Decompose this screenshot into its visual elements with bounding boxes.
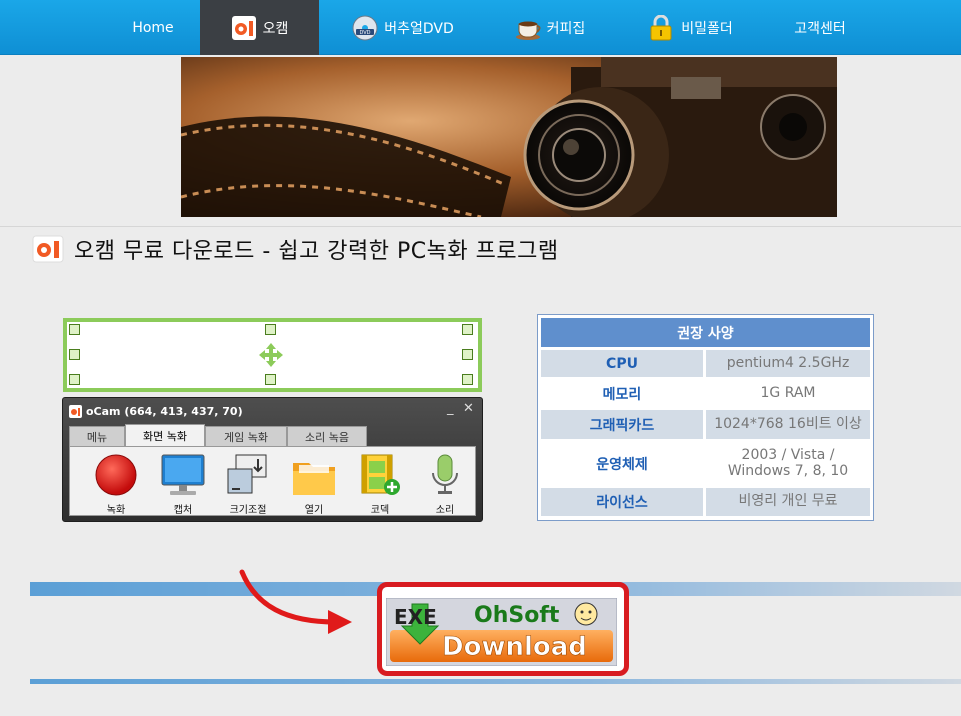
nav-label-coffee-shop: 커피집: [546, 20, 586, 37]
tool-label: 크기조절: [229, 505, 267, 516]
spec-value: 1024*768 16비트 이상: [706, 410, 870, 439]
capture-region-frame[interactable]: [63, 318, 482, 392]
nav-item-virtual-dvd[interactable]: DVD 버추얼DVD: [338, 0, 468, 55]
nav-label-virtual-dvd: 버추얼DVD: [384, 20, 454, 37]
dvd-icon: DVD: [352, 15, 378, 41]
codec-button[interactable]: 코덱: [352, 451, 408, 516]
tab-game-record[interactable]: 게임 녹화: [205, 426, 287, 447]
spec-key: 그래픽카드: [541, 410, 703, 439]
open-button[interactable]: 열기: [286, 451, 342, 516]
ocam-logo-icon: [69, 404, 82, 418]
nav-label-home: Home: [132, 19, 174, 36]
ocam-logo-icon: [231, 15, 257, 41]
nav-label-customer-center: 고객센터: [794, 20, 846, 37]
tab-label: 소리 녹음: [305, 430, 349, 444]
download-button[interactable]: EXE OhSoft Download: [385, 597, 618, 667]
spec-header: 권장 사양: [541, 318, 870, 347]
resize-handle[interactable]: [69, 324, 80, 335]
red-arrow-icon: [236, 566, 356, 640]
ocam-toolbar: 녹화 캡처 크기조절 열기 코덱 소리: [69, 446, 476, 516]
ocam-title-text: oCam (664, 413, 437, 70): [86, 404, 243, 418]
nav-item-coffee-shop[interactable]: 커피집: [500, 0, 600, 55]
resize-handle[interactable]: [265, 374, 276, 385]
record-button-icon: [94, 453, 138, 501]
download-label: Download: [442, 632, 587, 662]
spec-value: 1G RAM: [706, 380, 870, 407]
svg-text:DVD: DVD: [360, 30, 371, 36]
resize-handle[interactable]: [462, 324, 473, 335]
tab-label: 메뉴: [86, 430, 108, 444]
capture-button[interactable]: 캡처: [155, 451, 211, 516]
page-title-text: 오캠 무료 다운로드 - 쉽고 강력한 PC녹화 프로그램: [74, 239, 559, 264]
tab-label: 화면 녹화: [143, 430, 187, 443]
tab-sound-record[interactable]: 소리 녹음: [287, 426, 367, 447]
folder-icon: [291, 455, 337, 501]
top-navigation: Home 오캠 DVD 버추얼DVD 커피집 비밀폴더 고객센터: [0, 0, 961, 55]
codec-film-icon: [358, 453, 402, 501]
tab-label: 게임 녹화: [224, 430, 268, 444]
resize-handle[interactable]: [462, 374, 473, 385]
resize-handle[interactable]: [69, 349, 80, 360]
nav-item-ocam[interactable]: 오캠: [200, 0, 319, 55]
tool-label: 소리: [435, 505, 455, 516]
sound-button[interactable]: 소리: [417, 451, 473, 516]
spec-key: CPU: [541, 350, 703, 377]
record-button[interactable]: 녹화: [88, 451, 144, 516]
spec-value: 2003 / Vista / Windows 7, 8, 10: [706, 442, 870, 485]
spec-key: 메모리: [541, 380, 703, 407]
nav-label-ocam: 오캠: [262, 20, 289, 37]
spec-value: 비영리 개인 무료: [706, 488, 870, 516]
resize-handle[interactable]: [462, 349, 473, 360]
tool-label: 캡처: [173, 505, 193, 516]
camera-banner-image: [181, 57, 837, 217]
move-icon[interactable]: [258, 342, 284, 372]
nav-label-secret-folder: 비밀폴더: [681, 20, 733, 37]
nav-item-home[interactable]: Home: [112, 0, 194, 55]
decorative-bar: [30, 679, 961, 684]
ocam-window-title: oCam (664, 413, 437, 70): [69, 402, 243, 420]
recommended-specs-table: 권장 사양 CPU pentium4 2.5GHz 메모리 1G RAM 그래픽…: [537, 314, 874, 521]
minimize-icon[interactable]: _: [447, 401, 454, 416]
tab-menu[interactable]: 메뉴: [69, 426, 125, 447]
spec-value: pentium4 2.5GHz: [706, 350, 870, 377]
nav-item-customer-center[interactable]: 고객센터: [778, 0, 862, 55]
resize-icon: [226, 453, 270, 501]
exe-label: EXE: [394, 605, 437, 629]
spec-key: 운영체제: [541, 442, 703, 485]
ocam-window: oCam (664, 413, 437, 70) _ ✕ 메뉴 화면 녹화 게임…: [62, 397, 483, 522]
nav-item-secret-folder[interactable]: 비밀폴더: [636, 0, 746, 55]
resize-button[interactable]: 크기조절: [220, 451, 276, 516]
close-icon[interactable]: ✕: [463, 401, 474, 416]
brand-label: OhSoft: [474, 603, 560, 628]
microphone-icon: [429, 453, 461, 501]
resize-handle[interactable]: [265, 324, 276, 335]
tab-screen-record[interactable]: 화면 녹화: [125, 424, 205, 447]
tool-label: 코덱: [370, 505, 390, 516]
padlock-icon: [649, 14, 675, 41]
ocam-logo-icon: [32, 235, 64, 263]
spec-key: 라이선스: [541, 488, 703, 516]
tool-label: 녹화: [106, 505, 126, 516]
divider: [0, 226, 961, 227]
tool-label: 열기: [304, 505, 324, 516]
coffee-cup-icon: [515, 15, 541, 41]
resize-handle[interactable]: [69, 374, 80, 385]
page-title: 오캠 무료 다운로드 - 쉽고 강력한 PC녹화 프로그램: [32, 233, 559, 265]
monitor-icon: [160, 453, 206, 503]
